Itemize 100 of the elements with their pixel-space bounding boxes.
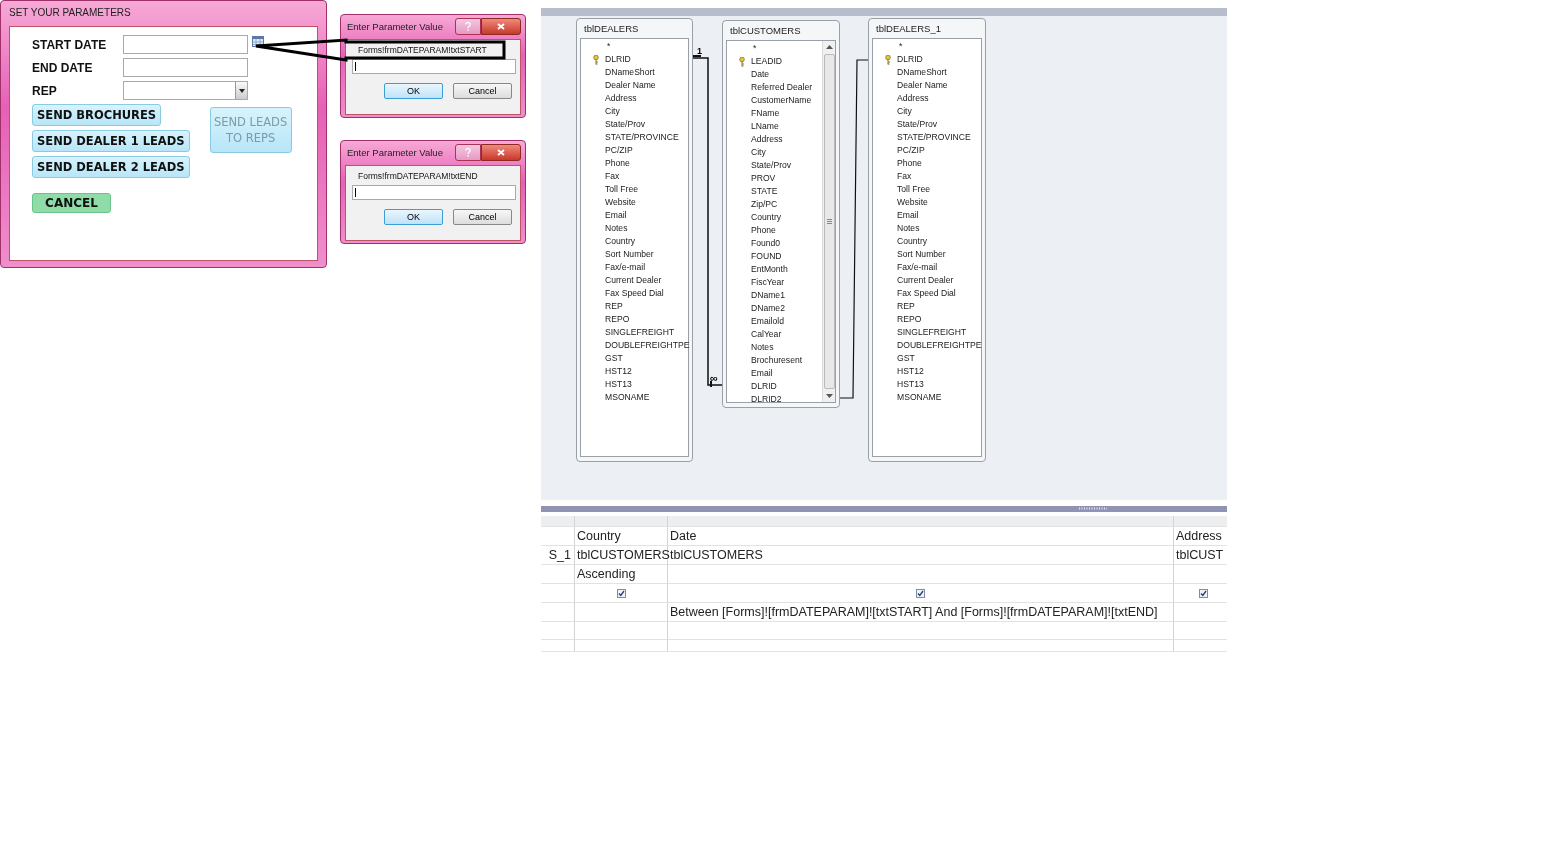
scrollbar[interactable] (822, 41, 835, 402)
column-selector[interactable] (575, 516, 668, 527)
field-name[interactable]: Zip/PC (751, 199, 778, 209)
grid-cell[interactable] (541, 565, 575, 584)
field-name[interactable]: Country (751, 212, 782, 222)
column-selector[interactable] (1174, 516, 1227, 527)
show-checkbox[interactable] (916, 588, 925, 598)
field-name[interactable]: STATE (751, 186, 778, 196)
grid-cell[interactable]: Address (1174, 527, 1227, 546)
field-name[interactable]: LName (751, 121, 779, 131)
field-name[interactable]: Notes (897, 223, 920, 233)
field-name[interactable]: CalYear (751, 329, 782, 339)
field-name[interactable]: REPO (605, 314, 630, 324)
field-name[interactable]: DLRID (751, 381, 777, 391)
field-name[interactable]: City (897, 106, 912, 116)
grid-cell[interactable]: tblCUSTOMERS (668, 546, 1174, 565)
field-name[interactable]: Date (751, 69, 770, 79)
field-name[interactable]: Notes (605, 223, 628, 233)
field-name[interactable]: Address (605, 93, 637, 103)
field-name[interactable]: PC/ZIP (897, 145, 925, 155)
field-name[interactable]: Country (605, 236, 636, 246)
dialog-button[interactable]: Cancel (453, 83, 512, 99)
send-button[interactable]: SEND BROCHURES (32, 104, 162, 126)
field-name[interactable]: MSONAME (897, 392, 942, 402)
field-name[interactable]: STATE/PROVINCE (605, 132, 679, 142)
dialog-button[interactable]: OK (384, 209, 443, 225)
field-name[interactable]: * (899, 41, 903, 51)
field-name[interactable]: PC/ZIP (605, 145, 633, 155)
field-name[interactable]: FName (751, 108, 780, 118)
table-field-list[interactable] (722, 20, 840, 408)
field-name[interactable]: HST12 (605, 366, 632, 376)
field-name[interactable]: State/Prov (751, 160, 792, 170)
column-selector[interactable] (541, 516, 575, 527)
field-name[interactable]: MSONAME (605, 392, 650, 402)
field-name[interactable]: DOUBLEFREIGHTPE (897, 340, 982, 350)
field-name[interactable]: Website (897, 197, 928, 207)
help-button[interactable] (455, 143, 481, 161)
grid-cell[interactable] (575, 603, 668, 622)
field-name[interactable]: FOUND (751, 251, 782, 261)
field-name[interactable]: SINGLEFREIGHT (897, 327, 967, 337)
grid-cell[interactable]: Ascending (575, 565, 668, 584)
field-name[interactable]: REPO (897, 314, 922, 324)
value-field[interactable] (352, 185, 516, 200)
show-checkbox[interactable] (616, 588, 626, 598)
field-name[interactable]: Fax/e-mail (897, 262, 938, 272)
send-button[interactable]: SEND DEALER 2 LEADS (32, 156, 190, 178)
field-name[interactable]: * (753, 43, 757, 53)
field-name[interactable]: PROV (751, 173, 776, 183)
field-name[interactable]: Toll Free (605, 184, 638, 194)
send-button[interactable]: SEND DEALER 1 LEADS (32, 130, 190, 152)
close-button[interactable] (481, 143, 521, 161)
field-name[interactable]: CustomerName (751, 95, 812, 105)
field-name[interactable]: Fax/e-mail (605, 262, 646, 272)
field-name[interactable]: State/Prov (897, 119, 938, 129)
field-name[interactable]: Address (751, 134, 783, 144)
grid-cell[interactable] (668, 622, 1174, 640)
field-name[interactable]: FiscYear (751, 277, 785, 287)
grid-cell[interactable] (541, 622, 575, 640)
field-name[interactable]: Fax Speed Dial (605, 288, 664, 298)
field-name[interactable]: Current Dealer (897, 275, 954, 285)
splitter-bar[interactable] (541, 506, 1227, 512)
field-name[interactable]: Website (605, 197, 636, 207)
field-name[interactable]: Phone (751, 225, 776, 235)
dialog-button[interactable]: Cancel (453, 209, 512, 225)
field-name[interactable]: DOUBLEFREIGHTPE (605, 340, 690, 350)
field-name[interactable]: Fax Speed Dial (897, 288, 956, 298)
grid-cell[interactable]: Country (575, 527, 668, 546)
field-name[interactable]: LEADID (751, 56, 783, 66)
field-name[interactable]: City (751, 147, 766, 157)
rep-dropdown[interactable] (123, 81, 248, 100)
grid-cell[interactable]: Date (668, 527, 1174, 546)
field-name[interactable]: HST12 (897, 366, 924, 376)
field-name[interactable]: HST13 (605, 379, 632, 389)
field-name[interactable]: Email (751, 368, 773, 378)
column-selector[interactable] (668, 516, 1174, 527)
field-name[interactable]: HST13 (897, 379, 924, 389)
field-name[interactable]: Brochuresent (751, 355, 803, 365)
field-name[interactable]: City (605, 106, 620, 116)
field-name[interactable]: DName2 (751, 303, 785, 313)
grid-cell[interactable]: tblCUST (1174, 546, 1227, 565)
field-name[interactable]: Sort Number (897, 249, 946, 259)
grid-cell[interactable] (541, 603, 575, 622)
field-name[interactable]: REP (897, 301, 915, 311)
field-name[interactable]: Referred Dealer (751, 82, 813, 92)
table-field-list[interactable] (868, 18, 986, 462)
date-field[interactable] (123, 35, 248, 54)
field-name[interactable]: DLRID (605, 54, 631, 64)
grid-cell[interactable] (575, 640, 668, 652)
cancel-button[interactable]: CANCEL (32, 193, 111, 213)
field-name[interactable]: Fax (605, 171, 620, 181)
grid-cell[interactable] (541, 640, 575, 652)
field-name[interactable]: Email (897, 210, 919, 220)
field-name[interactable]: Fax (897, 171, 912, 181)
field-name[interactable]: Sort Number (605, 249, 654, 259)
field-name[interactable]: Current Dealer (605, 275, 662, 285)
field-name[interactable]: * (607, 41, 611, 51)
field-name[interactable]: Found0 (751, 238, 781, 248)
field-name[interactable]: GST (897, 353, 915, 363)
field-name[interactable]: DNameShort (605, 67, 655, 77)
field-name[interactable]: GST (605, 353, 623, 363)
